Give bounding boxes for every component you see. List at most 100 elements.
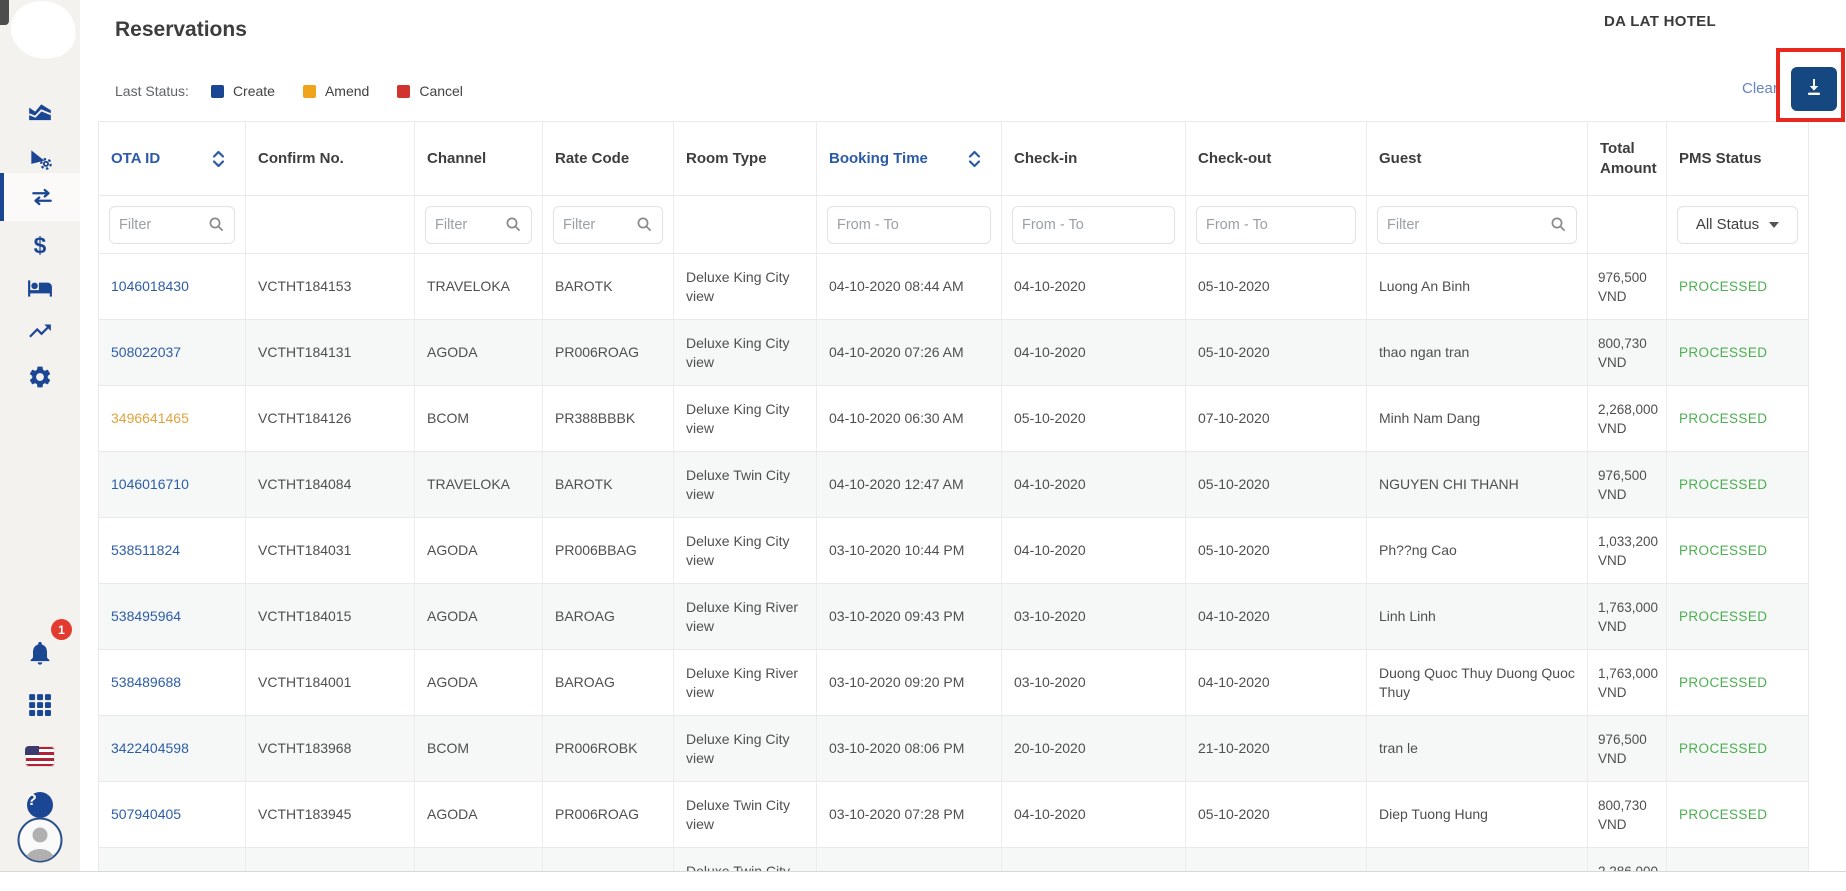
- sidebar-item-apps-grid[interactable]: [0, 682, 80, 728]
- cell-confirm-no: VCTHT183945: [246, 782, 415, 848]
- rate-code-filter[interactable]: [553, 206, 663, 244]
- check-out-range-input[interactable]: [1206, 217, 1346, 233]
- page-title: Reservations: [115, 18, 247, 42]
- cell-confirm-no: VCTHT184031: [246, 518, 415, 584]
- cell-confirm-no: VCTHT184126: [246, 386, 415, 452]
- cell-channel: BCOM: [415, 386, 543, 452]
- ota-id-link[interactable]: 1046018430: [111, 278, 189, 294]
- cell-ota-id: 3496641465: [99, 386, 246, 452]
- cell-booking-time: 04-10-2020 12:47 AM: [817, 452, 1002, 518]
- pms-status-badge: PROCESSED: [1679, 543, 1767, 558]
- check-in-range-input[interactable]: [1022, 217, 1165, 233]
- ota-id-link[interactable]: 1046016710: [111, 476, 189, 492]
- last-status-legend: Last Status: CreateAmendCancel: [115, 83, 463, 99]
- cell-check-out: 04-10-2020: [1186, 650, 1367, 716]
- cell-rate-code: BAROAG: [543, 584, 674, 650]
- pms-status-badge: PROCESSED: [1679, 741, 1767, 756]
- cell-ota-id: 507940405: [99, 782, 246, 848]
- channel-filter[interactable]: [425, 206, 532, 244]
- ota-id-link[interactable]: 3496641465: [111, 410, 189, 426]
- cell-room-type: Deluxe King City view: [674, 320, 817, 386]
- ota-id-filter-input[interactable]: [119, 217, 208, 233]
- cell-rate-code: PR006ROBK: [543, 716, 674, 782]
- table-header-row: OTA ID Confirm No. Channel Rate Code Roo…: [99, 122, 1809, 196]
- legend-item-label: Create: [233, 83, 275, 99]
- cell-check-out: 05-10-2020: [1186, 782, 1367, 848]
- cell-pms-status: PROCESSED: [1667, 584, 1809, 650]
- us-flag-icon: [25, 746, 55, 767]
- clear-filters-link[interactable]: Clear: [1742, 80, 1778, 97]
- amount-value: 976,500: [1598, 466, 1664, 485]
- sail-gear-icon: [27, 146, 53, 172]
- booking-time-range-input[interactable]: [837, 217, 981, 233]
- cell-booking-time: 04-10-2020 06:30 AM: [817, 386, 1002, 452]
- pms-status-badge: PROCESSED: [1679, 345, 1767, 360]
- cell-confirm-no: VCTHT184153: [246, 254, 415, 320]
- area-chart-icon: [27, 99, 53, 125]
- check-out-range-filter[interactable]: [1196, 206, 1356, 244]
- table-row: 507940405 VCTHT183945 AGODA PR006ROAG De…: [99, 782, 1809, 848]
- cell-total-amount: 2,286,000 VND: [1588, 848, 1667, 873]
- pms-status-select[interactable]: All Status: [1677, 206, 1798, 244]
- pms-status-badge: PROCESSED: [1679, 411, 1767, 426]
- ota-id-link[interactable]: 538489688: [111, 674, 181, 690]
- guest-filter-input[interactable]: [1387, 217, 1550, 233]
- ota-id-link[interactable]: 3422404598: [111, 740, 189, 756]
- cell-pms-status: PROCESSED: [1667, 716, 1809, 782]
- cell-guest: NGUYEN CHI THANH: [1367, 452, 1588, 518]
- cell-total-amount: 800,730 VND: [1588, 782, 1667, 848]
- table-row: 3170605996 VCTHT183923 BCOM PR388BBBK De…: [99, 848, 1809, 873]
- amount-value: 800,730: [1598, 334, 1664, 353]
- cell-confirm-no: VCTHT184084: [246, 452, 415, 518]
- column-header-confirm-no: Confirm No.: [246, 122, 415, 196]
- ota-id-link[interactable]: 538511824: [111, 542, 180, 558]
- check-in-range-filter[interactable]: [1012, 206, 1175, 244]
- cell-confirm-no: VCTHT184001: [246, 650, 415, 716]
- cell-room-type: Deluxe Twin City view: [674, 782, 817, 848]
- legend-swatch: [397, 85, 410, 98]
- ota-id-link[interactable]: 507940405: [111, 806, 181, 822]
- cell-channel: BCOM: [415, 848, 543, 873]
- cell-ota-id: 538489688: [99, 650, 246, 716]
- cell-check-out: 10-10-2020: [1186, 848, 1367, 873]
- column-header-booking-time[interactable]: Booking Time: [817, 122, 1002, 196]
- cell-check-out: 07-10-2020: [1186, 386, 1367, 452]
- ota-id-filter[interactable]: [109, 206, 235, 244]
- rate-code-filter-input[interactable]: [563, 217, 636, 233]
- ota-id-link[interactable]: 508022037: [111, 344, 181, 360]
- cell-ota-id: 538511824: [99, 518, 246, 584]
- pms-status-select-value: All Status: [1696, 216, 1759, 233]
- bell-icon: [26, 639, 54, 667]
- booking-time-range-filter[interactable]: [827, 206, 991, 244]
- cell-rate-code: BAROTK: [543, 254, 674, 320]
- channel-filter-input[interactable]: [435, 217, 505, 233]
- amount-currency: VND: [1598, 287, 1664, 306]
- cell-room-type: Deluxe King City view: [674, 254, 817, 320]
- amount-value: 976,500: [1598, 268, 1664, 287]
- sidebar-item-bed[interactable]: [0, 265, 80, 311]
- sidebar-item-avatar[interactable]: [0, 814, 80, 866]
- cell-ota-id: 538495964: [99, 584, 246, 650]
- sidebar-item-gear[interactable]: [0, 354, 80, 400]
- cell-rate-code: PR006ROAG: [543, 320, 674, 386]
- download-button[interactable]: [1791, 67, 1837, 111]
- download-icon: [1802, 75, 1826, 104]
- ota-id-link[interactable]: 538495964: [111, 608, 181, 624]
- column-header-ota-id[interactable]: OTA ID: [99, 122, 246, 196]
- cell-room-type: Deluxe King River view: [674, 584, 817, 650]
- legend-item-label: Amend: [325, 83, 369, 99]
- hotel-name[interactable]: DA LAT HOTEL: [1560, 13, 1760, 30]
- sidebar-item-trending-up[interactable]: [0, 308, 80, 354]
- sidebar-item-swap-arrows[interactable]: [0, 173, 80, 221]
- pms-status-badge: PROCESSED: [1679, 807, 1767, 822]
- guest-filter[interactable]: [1377, 206, 1577, 244]
- table-row: 1046018430 VCTHT184153 TRAVELOKA BAROTK …: [99, 254, 1809, 320]
- sidebar-item-us-flag[interactable]: [0, 733, 80, 779]
- svg-text:$: $: [34, 233, 47, 259]
- cell-booking-time: 03-10-2020 06:10 PM: [817, 848, 1002, 873]
- sidebar-item-area-chart[interactable]: [0, 89, 80, 135]
- sidebar-item-dollar[interactable]: $: [0, 223, 80, 269]
- cell-rate-code: BAROTK: [543, 452, 674, 518]
- amount-currency: VND: [1598, 485, 1664, 504]
- cell-booking-time: 03-10-2020 09:43 PM: [817, 584, 1002, 650]
